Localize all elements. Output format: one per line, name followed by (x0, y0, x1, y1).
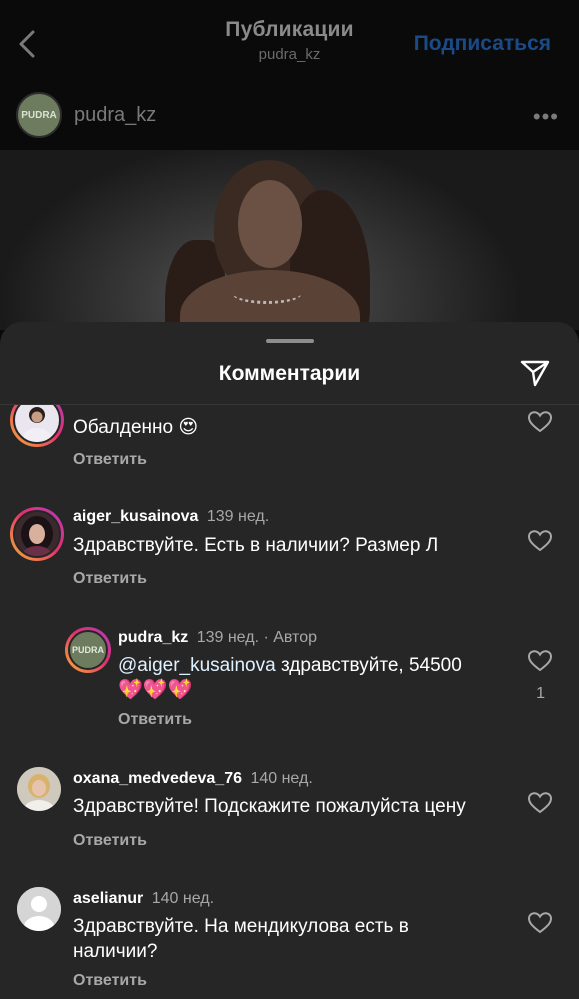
comment-text: Обалденно 😍 (73, 417, 199, 438)
heart-icon[interactable] (528, 792, 552, 814)
comment-timestamp: 139 нед. (206, 508, 270, 525)
comment-username[interactable]: aselianur (73, 890, 143, 907)
comments-sheet: Комментарии Обалденно 😍 Ответить aiger_k… (0, 322, 579, 999)
post-photo (0, 150, 579, 330)
follow-button[interactable]: Подписаться (414, 32, 551, 56)
comment-timestamp: 139 нед. · Автор (196, 629, 317, 646)
post-author-avatar[interactable]: PUDRA (16, 92, 62, 138)
comment-username[interactable]: pudra_kz (118, 629, 188, 646)
comment-timestamp: 140 нед. (250, 770, 313, 787)
heart-icon[interactable] (528, 530, 552, 552)
avatar-logo-text: PUDRA (71, 645, 104, 655)
comment-text: Здравствуйте! Подскажите пожалуйста цену (73, 796, 466, 817)
reply-button[interactable]: Ответить (73, 832, 147, 850)
sheet-drag-handle[interactable] (266, 339, 314, 343)
avatar-logo-text: PUDRA (21, 109, 57, 121)
heart-icon[interactable] (528, 650, 552, 672)
more-dots-icon[interactable]: ••• (533, 104, 559, 130)
reply-button[interactable]: Ответить (73, 972, 147, 990)
comment-username[interactable]: aiger_kusainova (73, 508, 198, 525)
post-author-username[interactable]: pudra_kz (74, 104, 156, 127)
top-navigation-bar: Публикации pudra_kz Подписаться (0, 0, 579, 80)
post-header: PUDRA pudra_kz ••• (0, 80, 579, 150)
necklace (232, 282, 302, 304)
comment-timestamp: 140 нед. (151, 890, 215, 907)
comment-text-line2: наличии? (73, 941, 158, 962)
commenter-avatar[interactable] (10, 507, 64, 561)
comment-username[interactable]: oxana_medvedeva_76 (73, 770, 242, 787)
share-send-icon[interactable] (519, 358, 551, 388)
reply-button[interactable]: Ответить (118, 711, 192, 729)
comment-text: Здравствуйте. На мендикулова есть в (73, 916, 409, 937)
comment-text: Здравствуйте. Есть в наличии? Размер Л (73, 535, 439, 556)
reply-button[interactable]: Ответить (73, 570, 147, 588)
like-count: 1 (536, 685, 545, 702)
commenter-avatar[interactable] (10, 405, 64, 447)
sheet-title: Комментарии (218, 362, 361, 385)
mention-link[interactable]: @aiger_kusainova (118, 655, 276, 676)
comment-emoji-line: 💖💖💖 (118, 679, 193, 701)
reply-button[interactable]: Ответить (73, 451, 147, 469)
comment-text: @aiger_kusainova здравствуйте, 54500 (118, 653, 462, 678)
comment-text-body: здравствуйте, 54500 (275, 655, 462, 676)
heart-icon[interactable] (528, 411, 552, 433)
comments-list: Обалденно 😍 Ответить aiger_kusainova 139… (0, 405, 579, 999)
heart-icon[interactable] (528, 912, 552, 934)
default-avatar-icon[interactable] (17, 887, 61, 931)
author-avatar[interactable]: PUDRA (65, 627, 111, 673)
commenter-avatar[interactable] (17, 767, 61, 811)
